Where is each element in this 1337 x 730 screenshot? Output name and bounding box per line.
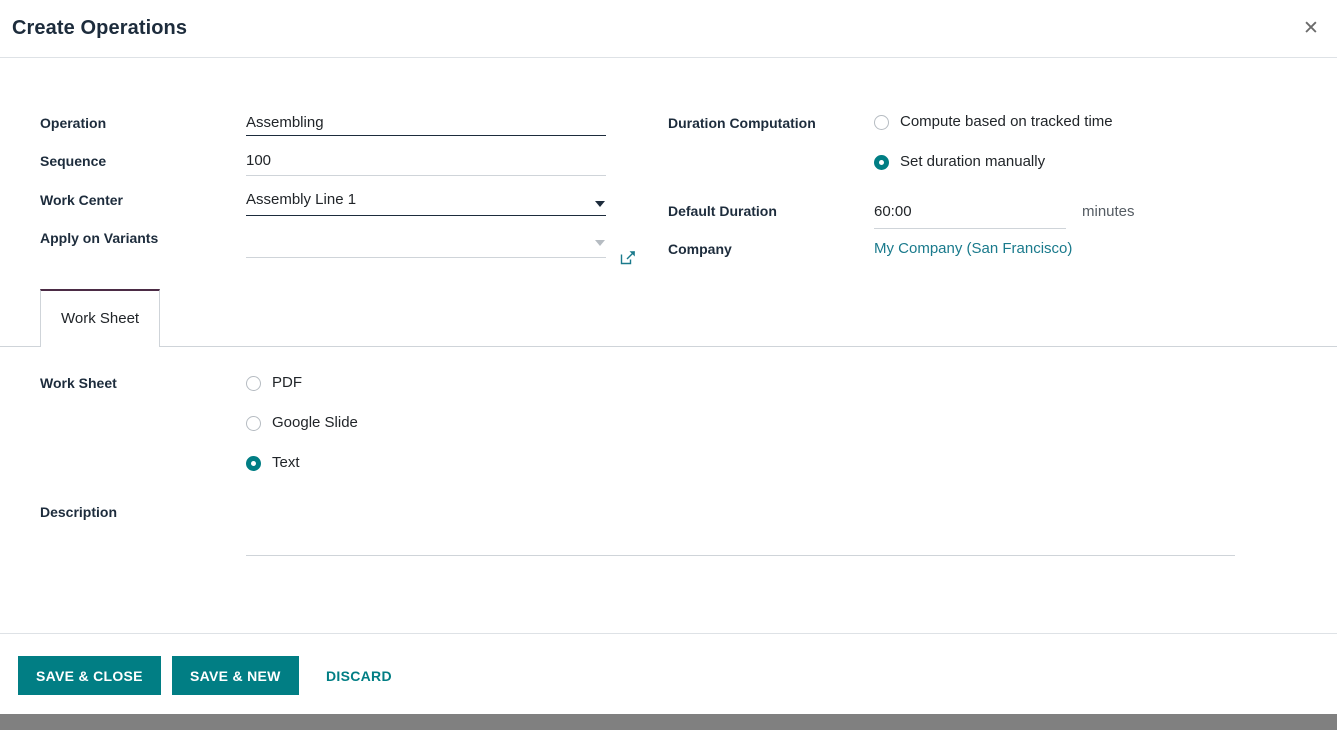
operation-underline	[246, 135, 606, 136]
notebook-tabstrip: Work Sheet	[0, 289, 1337, 347]
radio-compute-tracked-time[interactable]	[874, 115, 889, 130]
duration-computation-label: Duration Computation	[668, 115, 816, 131]
work-center-label: Work Center	[40, 192, 123, 208]
operation-input[interactable]: Assembling	[246, 114, 324, 131]
save-and-new-button[interactable]: SAVE & NEW	[172, 656, 299, 695]
radio-compute-tracked-time-label[interactable]: Compute based on tracked time	[900, 113, 1113, 130]
operation-label: Operation	[40, 115, 107, 131]
work-center-input[interactable]: Assembly Line 1	[246, 191, 356, 208]
work-sheet-label: Work Sheet	[40, 375, 117, 391]
chevron-down-icon[interactable]	[595, 201, 605, 207]
default-duration-underline	[874, 228, 1066, 229]
radio-set-duration-manually[interactable]	[874, 155, 889, 170]
apply-on-variants-underline	[246, 257, 606, 258]
company-value-link[interactable]: My Company (San Francisco)	[874, 240, 1072, 257]
radio-worksheet-text-label[interactable]: Text	[272, 454, 300, 471]
close-icon[interactable]: ✕	[1295, 13, 1327, 45]
sequence-underline	[246, 175, 606, 176]
sequence-label: Sequence	[40, 153, 107, 169]
description-underline	[246, 555, 1235, 556]
work-center-underline	[246, 215, 606, 216]
bottom-scrollbar[interactable]	[0, 714, 1337, 730]
radio-set-duration-manually-label[interactable]: Set duration manually	[900, 153, 1045, 170]
save-and-close-button[interactable]: SAVE & CLOSE	[18, 656, 161, 695]
company-label: Company	[668, 241, 732, 257]
tab-work-sheet[interactable]: Work Sheet	[40, 289, 161, 347]
external-link-icon[interactable]	[620, 249, 637, 266]
tab-work-sheet-label: Work Sheet	[61, 310, 140, 327]
chevron-down-icon[interactable]	[595, 240, 605, 246]
dialog-title: Create Operations	[12, 17, 188, 39]
default-duration-unit: minutes	[1082, 203, 1135, 220]
description-label: Description	[40, 504, 118, 520]
discard-button[interactable]: DISCARD	[308, 656, 410, 695]
dialog-footer: SAVE & CLOSE SAVE & NEW DISCARD	[0, 633, 1337, 714]
default-duration-label: Default Duration	[668, 203, 777, 219]
radio-worksheet-google-slide[interactable]	[246, 416, 261, 431]
default-duration-input[interactable]: 60:00	[874, 203, 912, 220]
apply-on-variants-label: Apply on Variants	[40, 230, 159, 246]
radio-worksheet-google-slide-label[interactable]: Google Slide	[272, 414, 358, 431]
radio-worksheet-pdf[interactable]	[246, 376, 261, 391]
radio-worksheet-pdf-label[interactable]: PDF	[272, 374, 302, 391]
sequence-input[interactable]: 100	[246, 152, 271, 169]
dialog-header: Create Operations ✕	[0, 0, 1337, 58]
radio-worksheet-text[interactable]	[246, 456, 261, 471]
dialog-body: Operation Assembling Sequence 100 Work C…	[0, 58, 1337, 633]
